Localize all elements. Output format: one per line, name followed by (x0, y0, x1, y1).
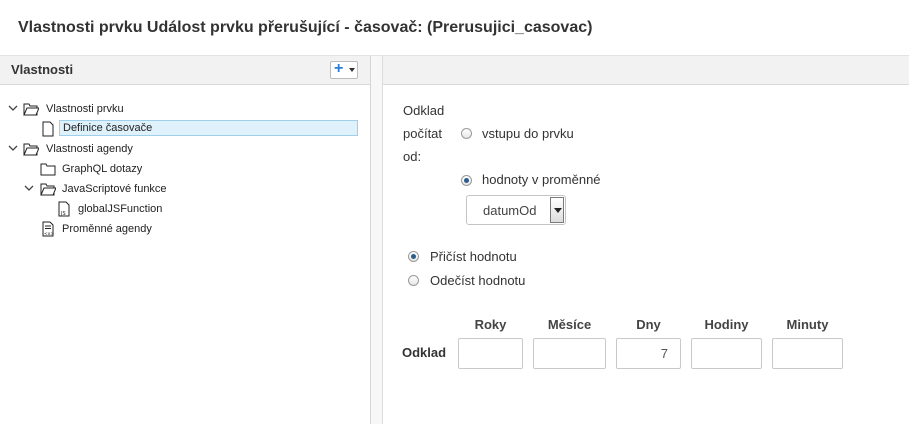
chevron-down-icon[interactable] (24, 183, 34, 193)
tree-item-js-functions[interactable]: JavaScriptové funkce (24, 181, 304, 199)
chevron-down-icon[interactable] (8, 103, 18, 113)
radio-subtract-value[interactable] (408, 275, 419, 286)
column-header-years: Roky (474, 317, 507, 332)
svg-text:JS: JS (60, 211, 66, 217)
column-header-days: Dny (636, 317, 661, 332)
tree-item-graphql[interactable]: GraphQL dotazy (40, 161, 300, 179)
detail-panel-header (383, 56, 909, 85)
hours-input[interactable] (691, 338, 762, 369)
delay-from-label-line2: počítat (403, 126, 443, 141)
folder-open-icon (40, 183, 56, 196)
tree-item-label: GraphQL dotazy (62, 163, 143, 175)
delay-row-label: Odklad (402, 345, 447, 360)
tree-item-agenda-properties[interactable]: Vlastnosti agendy (8, 141, 308, 159)
dialog-title: Vlastnosti prvku Událost prvku přerušují… (18, 19, 593, 36)
radio-add-value-label[interactable]: Přičíst hodnotu (430, 249, 517, 264)
tree-item-label: globalJSFunction (78, 203, 163, 215)
tree-item-label: Definice časovače (59, 120, 358, 136)
properties-panel: Vlastnosti + Vlastnosti prvku Definice č… (0, 56, 371, 424)
folder-open-icon (23, 143, 39, 156)
panel-splitter[interactable] (371, 56, 383, 424)
radio-variable-value-label[interactable]: hodnoty v proměnné (482, 172, 601, 187)
tree-item-label: Proměnné agendy (62, 223, 152, 235)
chevron-down-icon (349, 68, 355, 72)
variable-select-value: datumOd (483, 203, 537, 218)
chevron-down-icon[interactable] (8, 143, 18, 153)
delay-from-label-line1: Odklad (403, 103, 445, 118)
months-input[interactable] (533, 338, 606, 369)
document-icon (42, 121, 54, 137)
plus-icon: + (334, 60, 344, 77)
tree-item-timer-definition[interactable]: Definice časovače (40, 120, 370, 139)
delay-from-label-line3: od: (403, 149, 422, 164)
tree-item-label: Vlastnosti agendy (46, 143, 133, 155)
column-header-minutes: Minuty (786, 317, 829, 332)
minutes-input[interactable] (772, 338, 843, 369)
years-input[interactable] (458, 338, 523, 369)
radio-add-value[interactable] (408, 251, 419, 262)
column-header-hours: Hodiny (704, 317, 749, 332)
radio-element-entry[interactable] (461, 128, 472, 139)
properties-panel-title: Vlastnosti (11, 62, 74, 77)
tree-item-agenda-variables[interactable]: <x> Proměnné agendy (40, 221, 300, 239)
radio-variable-value[interactable] (461, 175, 472, 186)
column-header-months: Měsíce (547, 317, 592, 332)
tree-item-global-js-function[interactable]: JS globalJSFunction (56, 201, 316, 219)
days-input[interactable]: 7 (616, 338, 681, 369)
svg-text:<x>: <x> (44, 231, 54, 237)
tree-item-label: JavaScriptové funkce (62, 183, 167, 195)
variable-select[interactable]: datumOd (466, 195, 566, 225)
folder-open-icon (23, 103, 39, 116)
radio-subtract-value-label[interactable]: Odečíst hodnotu (430, 273, 525, 288)
js-file-icon: JS (58, 201, 70, 217)
dialog-header: Vlastnosti prvku Událost prvku přerušují… (0, 0, 909, 56)
dropdown-arrow-icon[interactable] (550, 197, 564, 223)
folder-icon (40, 163, 56, 176)
properties-panel-header: Vlastnosti + (0, 56, 370, 85)
tree-item-label: Vlastnosti prvku (46, 103, 124, 115)
variables-icon: <x> (42, 221, 54, 237)
radio-element-entry-label[interactable]: vstupu do prvku (482, 126, 574, 141)
add-dropdown-button[interactable]: + (330, 60, 358, 79)
tree-item-element-properties[interactable]: Vlastnosti prvku (8, 101, 308, 119)
